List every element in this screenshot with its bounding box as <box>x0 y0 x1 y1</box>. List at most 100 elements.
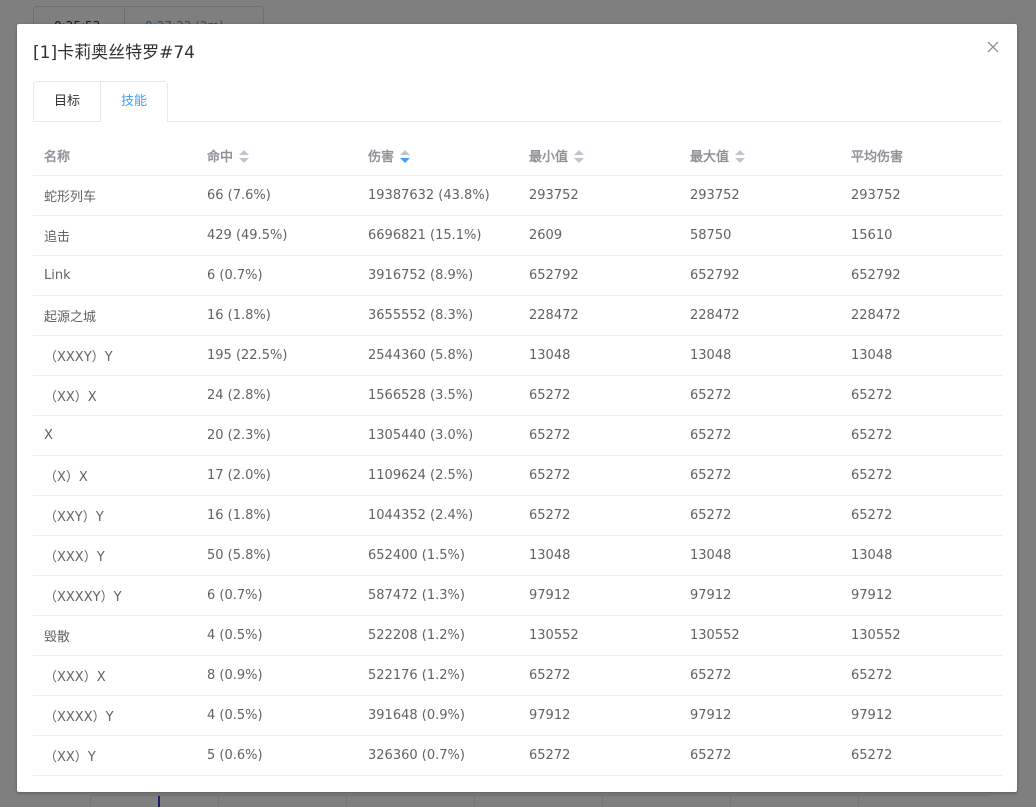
column-name-cell: （XXXY）Y <box>33 335 196 376</box>
column-avg-cell: 293752 <box>840 175 1002 216</box>
column-hits-cell: 4 (0.5%) <box>196 615 357 656</box>
table-row[interactable]: 蛇形列车 66 (7.6%) 19387632 (43.8%) 293752 29375… <box>33 175 1002 216</box>
column-damage-header[interactable]: 伤害 <box>357 136 518 176</box>
column-avg-cell: 65272 <box>840 495 1002 536</box>
column-max-header[interactable]: 最大值 <box>679 136 840 176</box>
column-min-cell: 293752 <box>518 175 679 216</box>
column-name-cell: 毁散 <box>33 615 196 656</box>
column-damage-cell: 3655552 (8.3%) <box>357 295 518 336</box>
table-row[interactable]: （XXX）X 8 (0.9%) 522176 (1.2%) 65272 65272 652… <box>33 655 1002 696</box>
column-hits-cell: 50 (5.8%) <box>196 535 357 576</box>
column-damage-cell: 1305440 (3.0%) <box>357 415 518 456</box>
column-damage-cell: 522176 (1.2%) <box>357 655 518 696</box>
column-avg-cell: 65272 <box>840 455 1002 496</box>
tab-group: 目标 技能 <box>33 81 169 122</box>
column-hits-cell: 16 (1.8%) <box>196 495 357 536</box>
table-row[interactable]: （XXXY）Y 195 (22.5%) 2544360 (5.8%) 13048 130… <box>33 335 1002 376</box>
column-max-cell: 65272 <box>679 735 840 776</box>
column-avg-cell: 652792 <box>840 255 1002 296</box>
column-hits-cell: 66 (7.6%) <box>196 175 357 216</box>
column-avg-cell: 65272 <box>840 375 1002 416</box>
table-row[interactable]: 追击 429 (49.5%) 6696821 (15.1%) 2609 58750 156… <box>33 215 1002 256</box>
skills-table: 名称 命中 伤害 最小值 最大值 平均伤害 蛇形列车 66 (7.6%) 19387632 (… <box>33 136 1002 776</box>
column-damage-cell: 1566528 (3.5%) <box>357 375 518 416</box>
table-row[interactable]: X 20 (2.3%) 1305440 (3.0%) 65272 65272 65272 <box>33 415 1002 456</box>
column-max-cell: 58750 <box>679 215 840 256</box>
column-hits-cell: 20 (2.3%) <box>196 415 357 456</box>
column-avg-cell: 15610 <box>840 215 1002 256</box>
column-hits-cell: 24 (2.8%) <box>196 375 357 416</box>
column-damage-cell: 652400 (1.5%) <box>357 535 518 576</box>
table-row[interactable]: （XX）Y 5 (0.6%) 326360 (0.7%) 65272 65272 6527… <box>33 735 1002 776</box>
table-row[interactable]: Link 6 (0.7%) 3916752 (8.9%) 652792 652792 65… <box>33 255 1002 296</box>
column-damage-cell: 522208 (1.2%) <box>357 615 518 656</box>
column-name-cell: （XXX）Y <box>33 535 196 576</box>
column-damage-cell: 19387632 (43.8%) <box>357 175 518 216</box>
column-min-cell: 65272 <box>518 735 679 776</box>
close-button[interactable] <box>983 37 1003 57</box>
column-hits-cell: 17 (2.0%) <box>196 455 357 496</box>
column-max-cell: 293752 <box>679 175 840 216</box>
column-min-cell: 13048 <box>518 535 679 576</box>
column-header-label: 最小值 <box>529 150 569 165</box>
column-max-cell: 13048 <box>679 335 840 376</box>
column-min-cell: 97912 <box>518 695 679 736</box>
table-row[interactable]: （XXXXY）Y 6 (0.7%) 587472 (1.3%) 97912 97912 9… <box>33 575 1002 616</box>
column-min-cell: 130552 <box>518 615 679 656</box>
table-row[interactable]: （XXXX）Y 4 (0.5%) 391648 (0.9%) 97912 97912 97… <box>33 695 1002 736</box>
table-row[interactable]: （XXY）Y 16 (1.8%) 1044352 (2.4%) 65272 65272 6… <box>33 495 1002 536</box>
column-min-cell: 65272 <box>518 455 679 496</box>
column-max-cell: 13048 <box>679 535 840 576</box>
column-min-cell: 13048 <box>518 335 679 376</box>
sort-caret-icon[interactable] <box>735 149 746 164</box>
table-row[interactable]: 起源之城 16 (1.8%) 3655552 (8.3%) 228472 228472 2… <box>33 295 1002 336</box>
column-name-cell: 起源之城 <box>33 295 196 336</box>
table-header-row: 名称 命中 伤害 最小值 最大值 平均伤害 <box>33 136 1002 176</box>
column-min-cell: 2609 <box>518 215 679 256</box>
close-icon <box>987 41 999 53</box>
column-name-cell: X <box>33 415 196 456</box>
column-max-cell: 97912 <box>679 695 840 736</box>
column-min-cell: 97912 <box>518 575 679 616</box>
table-row[interactable]: （XXX）Y 50 (5.8%) 652400 (1.5%) 13048 13048 13… <box>33 535 1002 576</box>
column-min-cell: 65272 <box>518 375 679 416</box>
table-body: 蛇形列车 66 (7.6%) 19387632 (43.8%) 293752 29375… <box>33 175 1002 776</box>
column-name-cell: （XXXXY）Y <box>33 575 196 616</box>
column-hits-header[interactable]: 命中 <box>196 136 357 176</box>
column-header-label: 命中 <box>207 150 234 165</box>
column-avg-cell: 97912 <box>840 695 1002 736</box>
column-damage-cell: 1044352 (2.4%) <box>357 495 518 536</box>
table-row[interactable]: （X）X 17 (2.0%) 1109624 (2.5%) 65272 65272 652… <box>33 455 1002 496</box>
column-name-header: 名称 <box>33 136 196 176</box>
column-name-cell: Link <box>33 255 196 296</box>
sort-caret-icon[interactable] <box>400 149 411 164</box>
column-header-label: 最大值 <box>690 150 730 165</box>
column-max-cell: 97912 <box>679 575 840 616</box>
column-header-label: 平均伤害 <box>851 150 904 165</box>
column-hits-cell: 429 (49.5%) <box>196 215 357 256</box>
tab-skill[interactable]: 技能 <box>100 82 168 122</box>
column-damage-cell: 326360 (0.7%) <box>357 735 518 776</box>
column-damage-cell: 3916752 (8.9%) <box>357 255 518 296</box>
column-damage-cell: 2544360 (5.8%) <box>357 335 518 376</box>
column-max-cell: 228472 <box>679 295 840 336</box>
column-min-cell: 65272 <box>518 655 679 696</box>
column-max-cell: 65272 <box>679 415 840 456</box>
sort-caret-icon[interactable] <box>239 149 250 164</box>
column-avg-cell: 65272 <box>840 415 1002 456</box>
column-name-cell: 蛇形列车 <box>33 175 196 216</box>
column-min-header[interactable]: 最小值 <box>518 136 679 176</box>
column-max-cell: 65272 <box>679 495 840 536</box>
column-header-label: 名称 <box>44 150 71 165</box>
table-row[interactable]: （XX）X 24 (2.8%) 1566528 (3.5%) 65272 65272 65… <box>33 375 1002 416</box>
column-hits-cell: 5 (0.6%) <box>196 735 357 776</box>
tab-target[interactable]: 目标 <box>34 82 100 121</box>
column-avg-cell: 97912 <box>840 575 1002 616</box>
column-hits-cell: 4 (0.5%) <box>196 695 357 736</box>
table-row[interactable]: 毁散 4 (0.5%) 522208 (1.2%) 130552 130552 13055… <box>33 615 1002 656</box>
column-max-cell: 652792 <box>679 255 840 296</box>
column-min-cell: 65272 <box>518 415 679 456</box>
sort-caret-icon[interactable] <box>574 149 585 164</box>
column-max-cell: 65272 <box>679 655 840 696</box>
column-min-cell: 228472 <box>518 295 679 336</box>
